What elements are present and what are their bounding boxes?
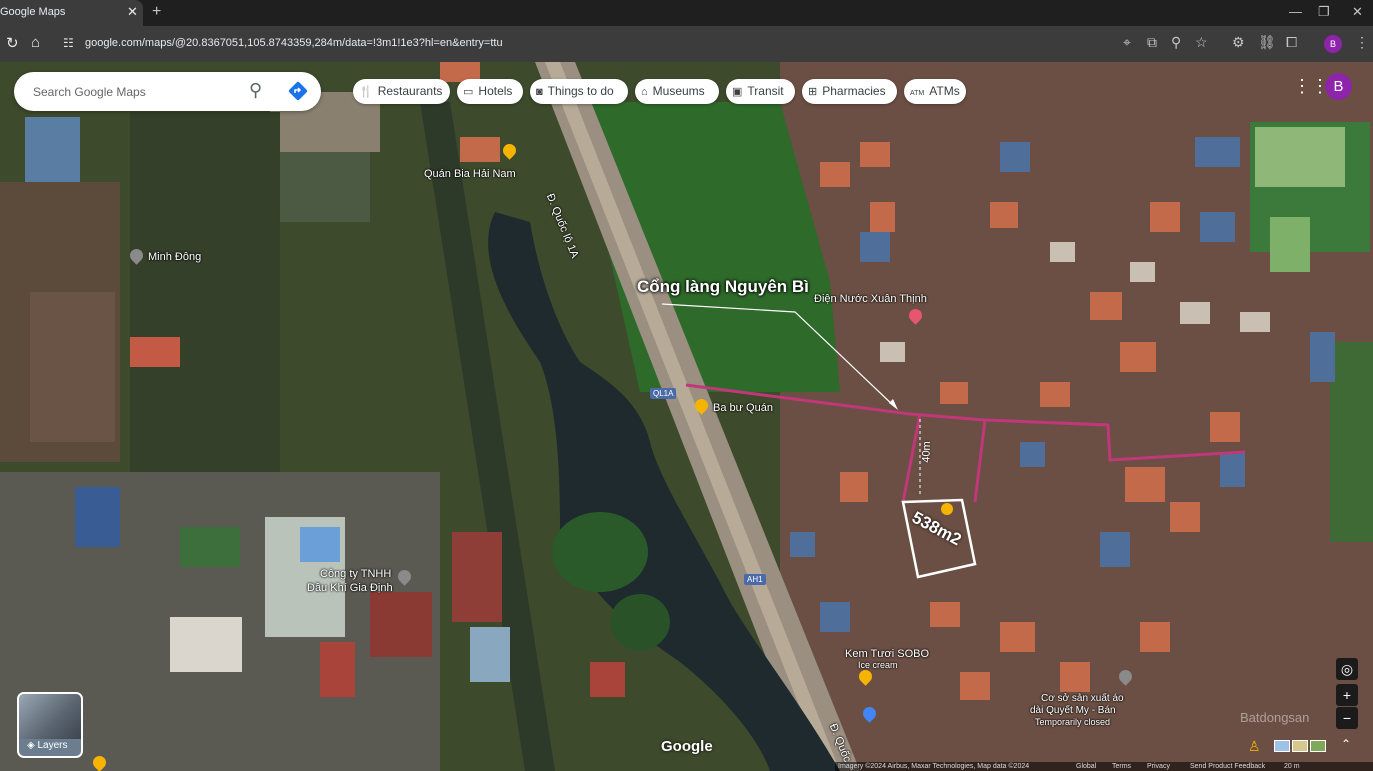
zoom-in-button[interactable]: + <box>1336 684 1358 706</box>
chip-restaurants[interactable]: 🍴 Restaurants <box>353 79 450 104</box>
extension-gear-icon[interactable]: ⚙ <box>1232 34 1245 51</box>
bed-icon: ▭ <box>463 86 474 98</box>
road-shield-ql1a: QL1A <box>650 388 677 399</box>
footer-privacy[interactable]: Privacy <box>1147 762 1170 771</box>
search-icon[interactable]: ⚲ <box>249 80 262 101</box>
imagery-thumb[interactable] <box>1310 740 1326 752</box>
install-icon[interactable]: ⧉ <box>1147 34 1157 51</box>
atm-icon: ATM <box>910 90 925 97</box>
zoom-out-button[interactable]: − <box>1336 707 1358 729</box>
footer-terms[interactable]: Terms <box>1112 762 1131 771</box>
chip-museums[interactable]: ⌂ Museums <box>635 79 719 104</box>
account-avatar[interactable]: B <box>1325 73 1352 100</box>
close-tab-icon[interactable]: ✕ <box>127 4 138 20</box>
maximize-icon[interactable]: ❐ <box>1318 4 1330 20</box>
fork-knife-icon: 🍴 <box>359 86 373 98</box>
chip-label: Transit <box>747 84 784 98</box>
chip-atms[interactable]: ATM ATMs <box>904 79 966 104</box>
place-label-quan-bia[interactable]: Quán Bia Hải Nam <box>424 168 516 180</box>
road-shield-ah1: AH1 <box>744 574 766 585</box>
map-footer: Imagery ©2024 Airbus, Maxar Technologies… <box>835 762 1373 771</box>
my-location-button[interactable]: ◎ <box>1336 658 1358 680</box>
place-label-ice-cream: Ice cream <box>858 660 898 670</box>
browser-profile-avatar[interactable]: B <box>1324 35 1342 53</box>
footer-scale[interactable]: 20 m <box>1284 762 1300 771</box>
imagery-thumb[interactable] <box>1274 740 1290 752</box>
home-icon[interactable]: ⌂ <box>31 34 40 51</box>
place-label-ba-bu-quan[interactable]: Ba bư Quán <box>713 402 773 414</box>
gate-annotation-label: Cổng làng Nguyên Bì <box>637 277 809 296</box>
bus-icon: ▣ <box>732 86 743 98</box>
minimize-icon[interactable]: — <box>1289 4 1302 19</box>
place-label-co-so[interactable]: Cơ sở sản xuất áo <box>1041 693 1124 704</box>
chip-things-to-do[interactable]: ◙ Things to do <box>530 79 628 104</box>
satellite-imagery <box>0 62 1373 771</box>
imagery-thumb[interactable] <box>1292 740 1308 752</box>
footer-feedback[interactable]: Send Product Feedback <box>1190 762 1265 771</box>
place-label-cong-ty[interactable]: Công ty TNHH <box>320 568 391 580</box>
chip-label: Restaurants <box>377 84 443 98</box>
distance-annotation: 40m <box>920 441 934 463</box>
zoom-icon[interactable]: ⚲ <box>1171 34 1181 51</box>
new-tab-button[interactable]: + <box>152 3 161 21</box>
address-bar[interactable]: google.com/maps/@20.8367051,105.8743359,… <box>85 37 503 49</box>
museum-icon: ⌂ <box>641 86 648 98</box>
expand-icon[interactable]: ⌃ <box>1341 737 1351 751</box>
place-label-minh-dong[interactable]: Minh Đông <box>148 251 201 263</box>
layers-text: Layers <box>37 740 68 751</box>
browser-tab-bar: Google Maps ✕ + — ❐ ✕ <box>0 0 1373 26</box>
place-label-kem-tuoi[interactable]: Kem Tươi SOBO <box>845 648 929 660</box>
close-window-icon[interactable]: ✕ <box>1352 4 1363 20</box>
chip-hotels[interactable]: ▭ Hotels <box>457 79 523 104</box>
chip-label: Museums <box>652 84 705 98</box>
pharmacy-icon: ⊞ <box>808 86 818 98</box>
place-label-dau-khi[interactable]: Dầu Khí Gia Định <box>307 582 393 594</box>
place-label-dien-nuoc[interactable]: Điện Nước Xuân Thịnh <box>814 293 927 305</box>
place-label-ao-dai: dài Quyết My - Bán <box>1030 705 1116 716</box>
watermark-text: Batdongsan <box>1240 710 1310 725</box>
chip-label: Pharmacies <box>822 84 886 98</box>
link-icon[interactable]: ⛓ <box>1258 34 1276 51</box>
browser-tab[interactable]: Google Maps ✕ <box>0 0 143 26</box>
chip-label: Things to do <box>547 84 614 98</box>
location-icon[interactable]: ⌖ <box>1123 34 1131 51</box>
layers-thumbnail <box>19 694 81 739</box>
search-box[interactable]: Search Google Maps ⚲ <box>14 72 321 111</box>
layers-label: ◈ Layers <box>27 740 68 751</box>
camera-icon: ◙ <box>536 86 543 98</box>
site-info-icon[interactable]: ☷ <box>63 36 74 50</box>
google-logo: Google <box>661 738 713 755</box>
layers-button[interactable]: ◈ Layers <box>17 692 83 758</box>
chip-label: ATMs <box>929 84 960 98</box>
chip-transit[interactable]: ▣ Transit <box>726 79 795 104</box>
footer-imagery: Imagery ©2024 Airbus, Maxar Technologies… <box>838 763 1030 770</box>
chip-label: Hotels <box>478 84 513 98</box>
place-label-closed: Temporarily closed <box>1035 717 1111 727</box>
reload-icon[interactable]: ↻ <box>6 34 19 52</box>
bookmark-star-icon[interactable]: ☆ <box>1195 34 1208 51</box>
browser-menu-icon[interactable]: ⋮ <box>1355 34 1369 51</box>
chip-pharmacies[interactable]: ⊞ Pharmacies <box>802 79 897 104</box>
browser-nav-bar: ↻ ⌂ ☷ google.com/maps/@20.8367051,105.87… <box>0 26 1373 62</box>
tab-title: Google Maps <box>0 6 66 18</box>
pegman-icon[interactable]: ♙ <box>1248 738 1261 755</box>
footer-global[interactable]: Global <box>1076 762 1096 771</box>
search-input[interactable]: Search Google Maps <box>33 85 146 99</box>
satellite-map[interactable]: Quán Bia Hải Nam Minh Đông Ba bư Quán Đi… <box>0 62 1373 771</box>
extensions-puzzle-icon[interactable]: ⧠ <box>1286 34 1297 51</box>
directions-icon[interactable] <box>288 81 308 101</box>
starred-place-icon[interactable] <box>941 503 953 515</box>
